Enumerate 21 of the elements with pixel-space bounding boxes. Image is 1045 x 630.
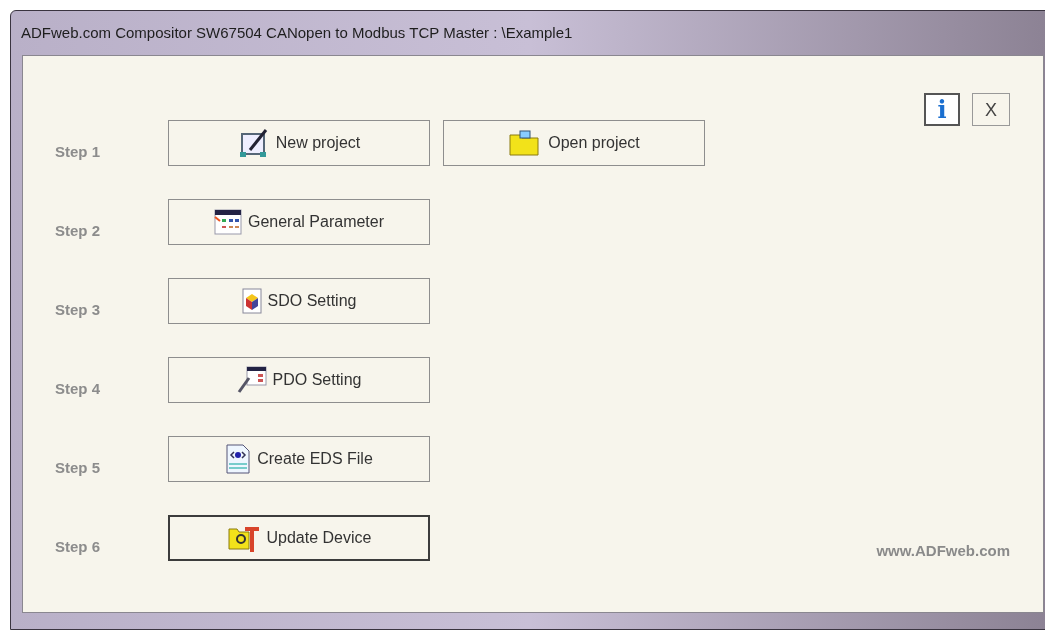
drawing-icon — [237, 128, 270, 158]
window-title: ADFweb.com Compositor SW67504 CANopen to Modbus TCP Master : \Example1 — [21, 22, 573, 43]
step-label: Step 1 — [55, 141, 101, 162]
website-text: www.ADFweb.com — [876, 540, 1010, 561]
step-label: Step 5 — [55, 457, 101, 478]
table-icon — [213, 209, 242, 235]
step-button[interactable]: SDO Setting — [168, 278, 430, 324]
step-label: Step 6 — [55, 536, 101, 557]
step-button[interactable]: New project — [168, 120, 430, 166]
step-button[interactable]: General Parameter — [168, 199, 430, 245]
step-label: Step 4 — [55, 378, 101, 399]
step-label: Step 3 — [55, 299, 101, 320]
close-button[interactable]: X — [972, 93, 1010, 126]
step-button[interactable]: Update Device — [168, 515, 430, 561]
info-button[interactable]: i — [924, 93, 960, 126]
step-button[interactable]: Open project — [443, 120, 705, 166]
step-button[interactable]: Create EDS File — [168, 436, 430, 482]
cube-icon — [241, 288, 262, 314]
document-icon — [225, 444, 252, 474]
step-button[interactable]: PDO Setting — [168, 357, 430, 403]
step-label: Step 2 — [55, 220, 101, 241]
